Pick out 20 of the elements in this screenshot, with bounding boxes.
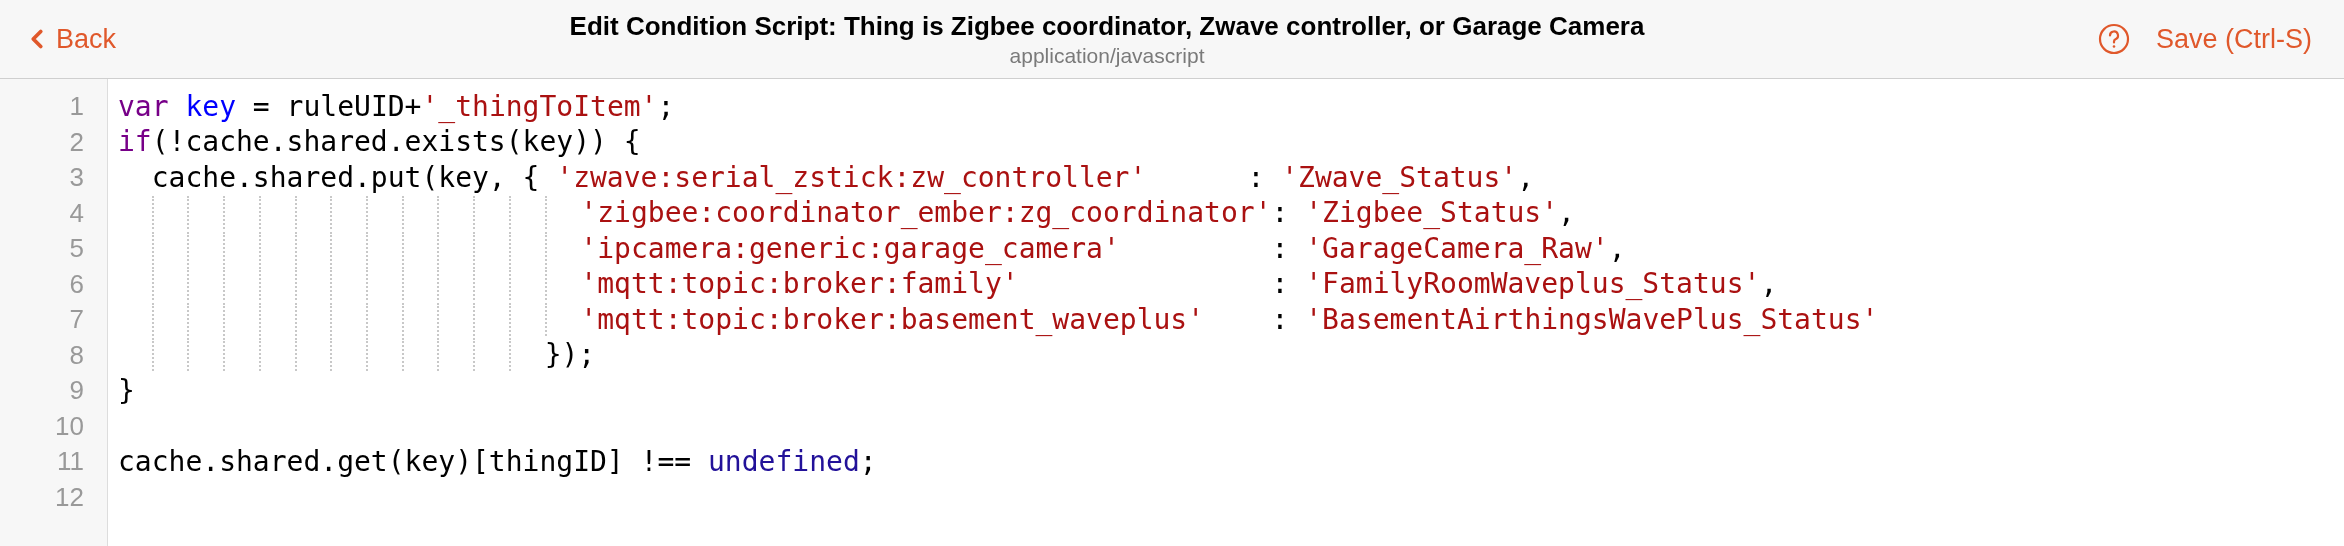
code-line: cache.shared.get(key)[thingID] !== undefined; [118, 443, 877, 480]
page-subtitle: application/javascript [1009, 43, 1205, 69]
line-number: 9 [68, 374, 85, 408]
line-number: 12 [54, 480, 85, 514]
line-number: 1 [68, 90, 85, 124]
page-title: Edit Condition Script: Thing is Zigbee coordinator, Zwave controller, or Garage Camera [569, 10, 1645, 43]
line-number: 3 [68, 161, 85, 195]
code-line: if(!cache.shared.exists(key)) { [118, 124, 641, 161]
line-number: 8 [68, 338, 85, 372]
line-number: 10 [54, 409, 85, 443]
line-number: 2 [68, 125, 85, 159]
line-number: 4 [68, 196, 85, 230]
save-button[interactable]: Save (Ctrl-S) [2156, 18, 2322, 60]
back-button[interactable]: Back [22, 18, 117, 60]
line-number: 11 [56, 445, 85, 479]
line-number: 6 [68, 267, 85, 301]
line-number: 7 [68, 303, 85, 337]
help-icon[interactable] [2098, 23, 2130, 55]
line-number: 5 [68, 232, 85, 266]
code-line: var key = ruleUID+'_thingToItem'; [118, 88, 675, 125]
